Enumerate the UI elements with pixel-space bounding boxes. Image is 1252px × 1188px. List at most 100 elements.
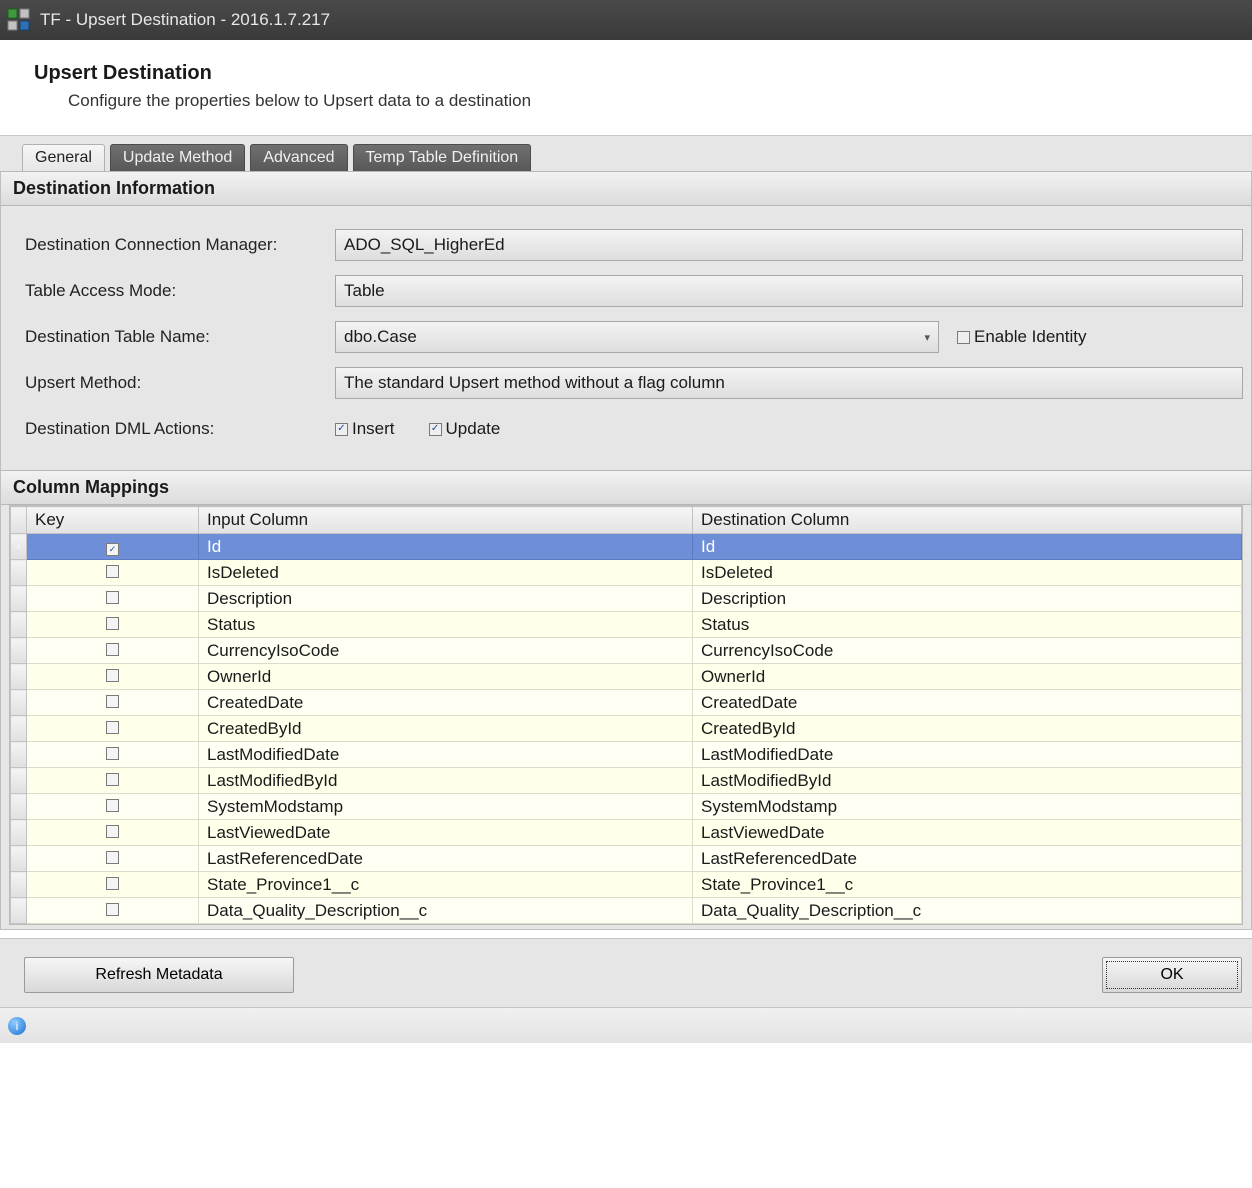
table-row[interactable]: ›IdId: [11, 534, 1242, 560]
info-icon: i: [8, 1017, 26, 1035]
checkbox-icon: [106, 721, 119, 734]
key-cell[interactable]: [27, 690, 199, 716]
input-column-cell[interactable]: Description: [199, 586, 693, 612]
input-column-cell[interactable]: LastViewedDate: [199, 820, 693, 846]
destination-column-cell[interactable]: CreatedById: [693, 716, 1242, 742]
input-column-cell[interactable]: State_Province1__c: [199, 872, 693, 898]
destination-column-cell[interactable]: Status: [693, 612, 1242, 638]
input-column-cell[interactable]: Data_Quality_Description__c: [199, 898, 693, 924]
table-row[interactable]: CurrencyIsoCodeCurrencyIsoCode: [11, 638, 1242, 664]
input-column-cell[interactable]: LastModifiedById: [199, 768, 693, 794]
key-cell[interactable]: [27, 534, 199, 560]
destination-column-cell[interactable]: State_Province1__c: [693, 872, 1242, 898]
combo-connection[interactable]: ADO_SQL_HigherEd: [335, 229, 1243, 261]
destination-column-cell[interactable]: Data_Quality_Description__c: [693, 898, 1242, 924]
checkbox-icon: [106, 851, 119, 864]
key-cell[interactable]: [27, 872, 199, 898]
mappings-grid[interactable]: Key Input Column Destination Column ›IdI…: [10, 506, 1242, 924]
checkbox-icon: [106, 643, 119, 656]
table-row[interactable]: DescriptionDescription: [11, 586, 1242, 612]
col-dest[interactable]: Destination Column: [693, 507, 1242, 534]
key-cell[interactable]: [27, 742, 199, 768]
destination-column-cell[interactable]: IsDeleted: [693, 560, 1242, 586]
tab-temp[interactable]: Temp Table Definition: [353, 144, 532, 171]
tab-advanced[interactable]: Advanced: [250, 144, 347, 171]
destination-column-cell[interactable]: LastViewedDate: [693, 820, 1242, 846]
row-indicator: [11, 794, 27, 820]
input-column-cell[interactable]: CreatedDate: [199, 690, 693, 716]
dialog-footer: Refresh Metadata OK: [0, 938, 1252, 1007]
col-input[interactable]: Input Column: [199, 507, 693, 534]
destination-column-cell[interactable]: Id: [693, 534, 1242, 560]
input-column-cell[interactable]: Id: [199, 534, 693, 560]
key-cell[interactable]: [27, 768, 199, 794]
label-method: Upsert Method:: [25, 373, 335, 393]
key-cell[interactable]: [27, 586, 199, 612]
destination-column-cell[interactable]: LastModifiedDate: [693, 742, 1242, 768]
input-column-cell[interactable]: LastModifiedDate: [199, 742, 693, 768]
checkbox-insert[interactable]: Insert: [335, 419, 395, 439]
table-row[interactable]: OwnerIdOwnerId: [11, 664, 1242, 690]
table-row[interactable]: CreatedDateCreatedDate: [11, 690, 1242, 716]
row-indicator: [11, 612, 27, 638]
ok-button[interactable]: OK: [1102, 957, 1242, 993]
table-row[interactable]: IsDeletedIsDeleted: [11, 560, 1242, 586]
table-row[interactable]: CreatedByIdCreatedById: [11, 716, 1242, 742]
destination-column-cell[interactable]: LastReferencedDate: [693, 846, 1242, 872]
table-row[interactable]: StatusStatus: [11, 612, 1242, 638]
input-column-cell[interactable]: LastReferencedDate: [199, 846, 693, 872]
input-column-cell[interactable]: CurrencyIsoCode: [199, 638, 693, 664]
destination-column-cell[interactable]: LastModifiedById: [693, 768, 1242, 794]
checkbox-icon: [106, 825, 119, 838]
table-row[interactable]: LastReferencedDateLastReferencedDate: [11, 846, 1242, 872]
combo-connection-value: ADO_SQL_HigherEd: [344, 235, 505, 255]
key-cell[interactable]: [27, 716, 199, 742]
destination-column-cell[interactable]: CreatedDate: [693, 690, 1242, 716]
enable-identity-label: Enable Identity: [974, 327, 1086, 347]
table-row[interactable]: LastModifiedByIdLastModifiedById: [11, 768, 1242, 794]
key-cell[interactable]: [27, 638, 199, 664]
row-indicator: [11, 742, 27, 768]
combo-upsert-method[interactable]: The standard Upsert method without a fla…: [335, 367, 1243, 399]
table-row[interactable]: LastModifiedDateLastModifiedDate: [11, 742, 1242, 768]
input-column-cell[interactable]: SystemModstamp: [199, 794, 693, 820]
key-cell[interactable]: [27, 612, 199, 638]
tab-general[interactable]: General: [22, 144, 105, 171]
table-row[interactable]: LastViewedDateLastViewedDate: [11, 820, 1242, 846]
checkbox-icon: [106, 773, 119, 786]
tab-update[interactable]: Update Method: [110, 144, 245, 171]
input-column-cell[interactable]: IsDeleted: [199, 560, 693, 586]
row-indicator: [11, 716, 27, 742]
key-cell[interactable]: [27, 820, 199, 846]
key-cell[interactable]: [27, 794, 199, 820]
table-row[interactable]: State_Province1__cState_Province1__c: [11, 872, 1242, 898]
key-cell[interactable]: [27, 846, 199, 872]
destination-column-cell[interactable]: CurrencyIsoCode: [693, 638, 1242, 664]
destination-column-cell[interactable]: OwnerId: [693, 664, 1242, 690]
col-key[interactable]: Key: [27, 507, 199, 534]
combo-table-name-value: dbo.Case: [344, 327, 417, 347]
checkbox-icon: [106, 669, 119, 682]
checkbox-update[interactable]: Update: [429, 419, 501, 439]
destination-column-cell[interactable]: SystemModstamp: [693, 794, 1242, 820]
tab-panel: Destination Information Destination Conn…: [0, 171, 1252, 930]
checkbox-enable-identity[interactable]: Enable Identity: [957, 327, 1086, 347]
destination-column-cell[interactable]: Description: [693, 586, 1242, 612]
table-row[interactable]: Data_Quality_Description__cData_Quality_…: [11, 898, 1242, 924]
combo-access-mode[interactable]: Table: [335, 275, 1243, 307]
key-cell[interactable]: [27, 898, 199, 924]
key-cell[interactable]: [27, 560, 199, 586]
key-cell[interactable]: [27, 664, 199, 690]
input-column-cell[interactable]: Status: [199, 612, 693, 638]
input-column-cell[interactable]: CreatedById: [199, 716, 693, 742]
row-indicator: [11, 768, 27, 794]
page-subtitle: Configure the properties below to Upsert…: [68, 91, 1232, 111]
checkbox-icon: [106, 565, 119, 578]
row-indicator: [11, 638, 27, 664]
refresh-metadata-button[interactable]: Refresh Metadata: [24, 957, 294, 993]
row-indicator: [11, 586, 27, 612]
input-column-cell[interactable]: OwnerId: [199, 664, 693, 690]
row-indicator: [11, 872, 27, 898]
combo-table-name[interactable]: dbo.Case ▾: [335, 321, 939, 353]
table-row[interactable]: SystemModstampSystemModstamp: [11, 794, 1242, 820]
